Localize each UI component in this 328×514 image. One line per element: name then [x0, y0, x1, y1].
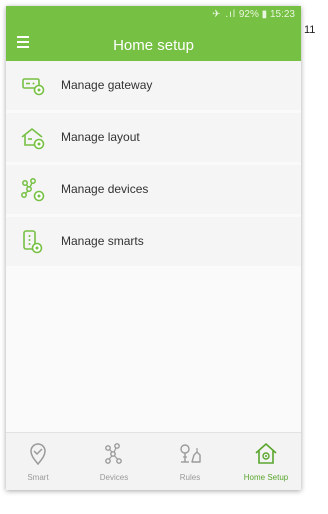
page-number: 11	[304, 24, 316, 36]
tab-label: Rules	[179, 473, 201, 482]
menu-item-label: Manage layout	[61, 130, 140, 144]
tab-rules[interactable]: Rules	[160, 433, 220, 490]
status-bar: ✈ .ıl 92% ▮ 15:23	[212, 9, 295, 20]
gateway-settings-icon	[22, 78, 45, 96]
app-bar: ✈ .ıl 92% ▮ 15:23 Home setup	[6, 6, 301, 61]
phone-screen: ✈ .ıl 92% ▮ 15:23 Home setup Manage gate…	[6, 6, 301, 490]
tab-label: Devices	[99, 473, 129, 482]
smart-device-settings-icon	[23, 230, 43, 254]
menu-item-label: Manage devices	[61, 182, 149, 196]
battery-percent: 92%	[238, 9, 259, 20]
menu-list: Manage gateway Manage layout Manage devi…	[6, 61, 301, 269]
signal-icon: ✈ .ıl	[212, 9, 237, 20]
tab-label: Smart	[27, 473, 49, 482]
location-pin-icon	[30, 443, 46, 466]
menu-item-label: Manage gateway	[61, 78, 153, 92]
page-title: Home setup	[113, 37, 194, 54]
tab-smart[interactable]: Smart	[8, 433, 68, 490]
tab-devices[interactable]: Devices	[84, 433, 144, 490]
menu-item-manage-smarts[interactable]: Manage smarts	[6, 217, 301, 266]
devices-network-icon	[105, 443, 122, 464]
devices-network-icon	[21, 178, 45, 202]
battery-icon: ▮	[261, 9, 268, 20]
menu-item-manage-gateway[interactable]: Manage gateway	[6, 61, 301, 110]
bottom-tab-bar: Smart Devices Rules Home Setup	[6, 432, 301, 490]
home-setup-icon	[255, 443, 277, 464]
tab-label: Home Setup	[243, 473, 289, 482]
menu-item-label: Manage smarts	[61, 234, 144, 248]
rules-icon	[180, 444, 201, 463]
tab-home-setup[interactable]: Home Setup	[236, 433, 296, 490]
status-time: 15:23	[269, 9, 295, 20]
menu-item-manage-layout[interactable]: Manage layout	[6, 113, 301, 162]
house-settings-icon	[21, 128, 45, 150]
menu-item-manage-devices[interactable]: Manage devices	[6, 165, 301, 214]
